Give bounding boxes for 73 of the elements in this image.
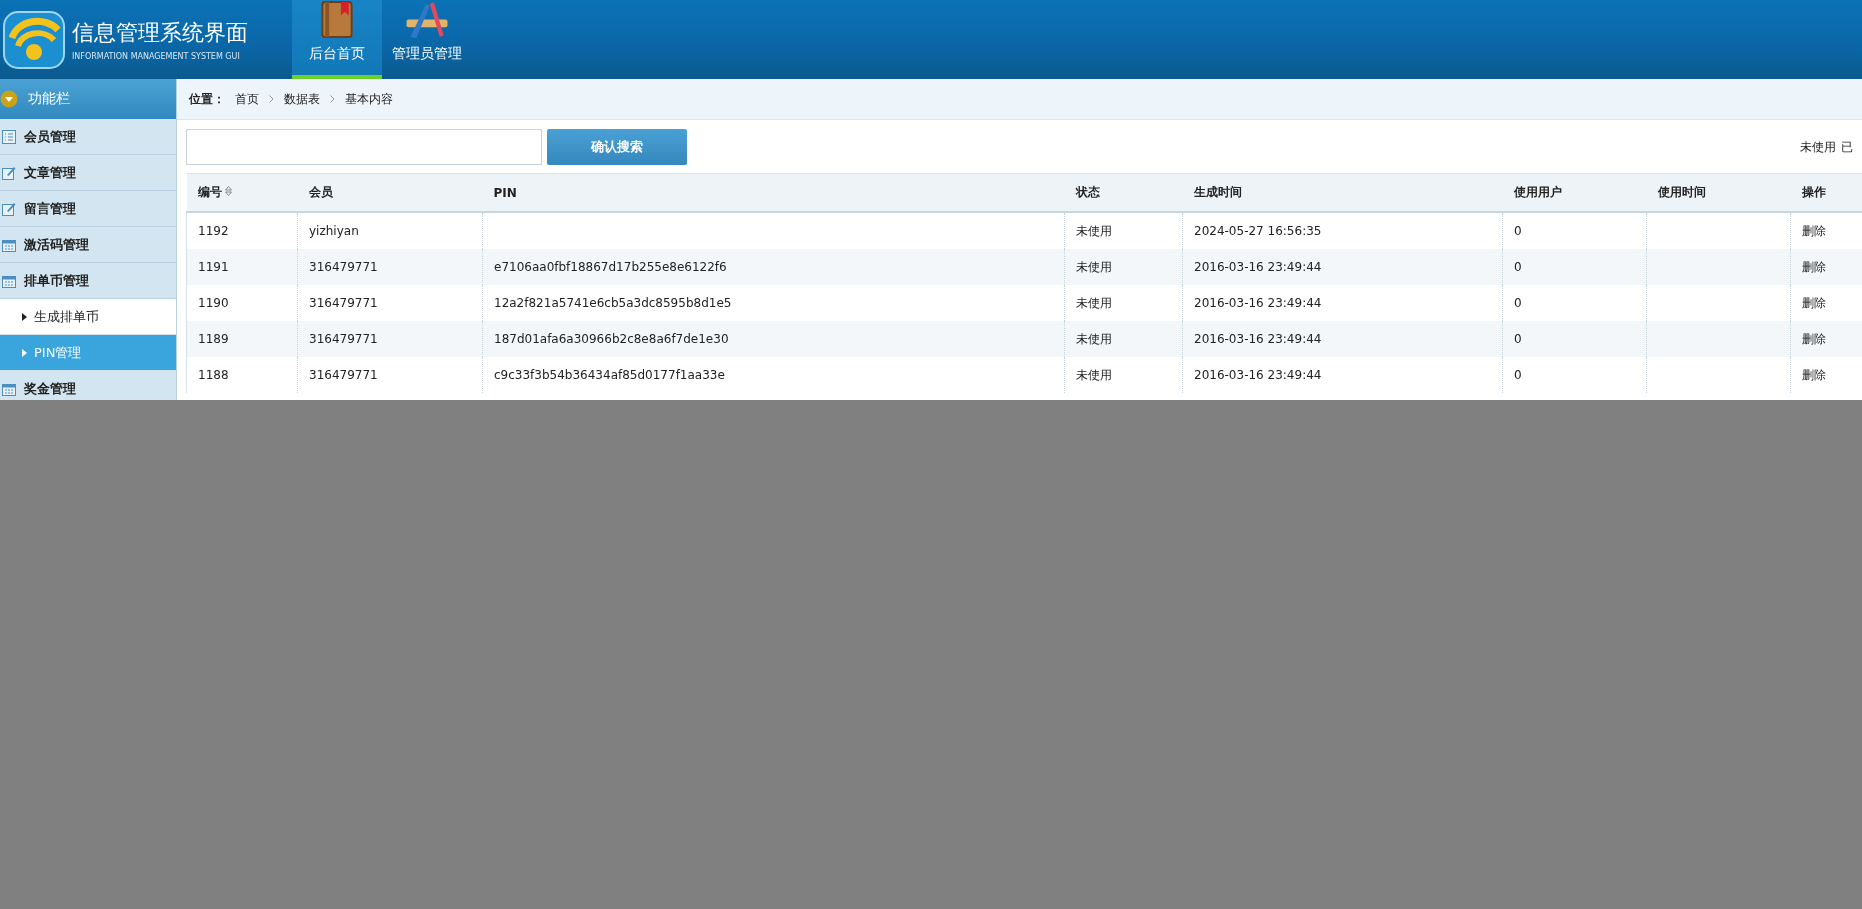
column-header: 会员	[297, 173, 483, 212]
chevron-right-icon	[330, 95, 335, 103]
triangle-icon	[22, 312, 27, 321]
table-cell: 316479771	[309, 368, 378, 382]
table-cell: 0	[1514, 368, 1522, 382]
breadcrumb-link[interactable]: 数据表	[284, 90, 320, 108]
nav-tab[interactable]: 管理员管理	[382, 0, 472, 79]
table-cell: 1190	[198, 296, 229, 310]
nav-tab[interactable]: 后台首页	[292, 0, 382, 79]
caret-down-icon	[0, 90, 18, 108]
edit-icon	[2, 165, 16, 180]
table-cell: yizhiyan	[309, 224, 359, 238]
sidebar-item[interactable]: 文章管理	[0, 155, 176, 191]
list-icon	[2, 129, 16, 144]
table-cell: 未使用	[1076, 295, 1112, 310]
sidebar-item[interactable]: 激活码管理	[0, 227, 176, 263]
table-cell: 1188	[198, 368, 229, 382]
breadcrumb-link[interactable]: 基本内容	[345, 90, 393, 108]
sidebar-item[interactable]: 留言管理	[0, 191, 176, 227]
column-header: 操作	[1790, 173, 1862, 212]
table-cell: 316479771	[309, 296, 378, 310]
table-cell: 316479771	[309, 332, 378, 346]
pencil-ruler-icon	[404, 0, 450, 39]
column-header: PIN	[482, 173, 1065, 212]
table-cell: 1192	[198, 224, 229, 238]
app-subtitle: INFORMATION MANAGEMENT SYSTEM GUI	[72, 52, 241, 61]
sidebar-subitem[interactable]: 生成排单币	[0, 299, 176, 335]
table-cell: 0	[1514, 332, 1522, 346]
table-cell: 0	[1514, 224, 1522, 238]
table-cell: 未使用	[1076, 259, 1112, 274]
breadcrumb-link[interactable]: 首页	[235, 90, 259, 108]
column-header: 使用用户	[1502, 173, 1647, 212]
sidebar-item[interactable]: 会员管理	[0, 119, 176, 155]
table-cell: 0	[1514, 296, 1522, 310]
table-cell: 12a2f821a5741e6cb5a3dc8595b8d1e5	[494, 296, 732, 310]
column-header: 状态	[1064, 173, 1183, 212]
table-cell: 2016-03-16 23:49:44	[1194, 296, 1322, 310]
filter-link[interactable]: 已	[1841, 138, 1853, 156]
book-icon	[319, 0, 355, 39]
sidebar-title: 功能栏	[28, 90, 70, 108]
table-cell: 1189	[198, 332, 229, 346]
breadcrumb-label: 位置：	[189, 90, 225, 108]
column-header[interactable]: 编号	[186, 173, 298, 212]
filter-link[interactable]: 未使用	[1800, 138, 1836, 156]
table-cell: 316479771	[309, 260, 378, 274]
table-cell: 未使用	[1076, 331, 1112, 346]
table-cell: 2016-03-16 23:49:44	[1194, 368, 1322, 382]
calendar-icon	[2, 237, 16, 252]
sort-icon	[224, 186, 232, 196]
table-cell: 1191	[198, 260, 229, 274]
app-title: 信息管理系统界面	[72, 19, 248, 47]
search-field[interactable]	[186, 129, 542, 165]
edit-icon	[2, 201, 16, 216]
column-header: 使用时间	[1646, 173, 1791, 212]
delete-link[interactable]: 删除	[1802, 367, 1826, 382]
table-cell: 2016-03-16 23:49:44	[1194, 332, 1322, 346]
table-cell: e7106aa0fbf18867d17b255e8e6122f6	[494, 260, 727, 274]
table-cell: 未使用	[1076, 367, 1112, 382]
delete-link[interactable]: 删除	[1802, 331, 1826, 346]
table-cell: 2024-05-27 16:56:35	[1194, 224, 1322, 238]
chevron-right-icon	[269, 95, 274, 103]
calendar-icon	[2, 381, 16, 396]
table-cell: 未使用	[1076, 223, 1112, 238]
delete-link[interactable]: 删除	[1802, 259, 1826, 274]
table-cell: 0	[1514, 260, 1522, 274]
table-cell: c9c33f3b54b36434af85d0177f1aa33e	[494, 368, 725, 382]
table-cell: 2016-03-16 23:49:44	[1194, 260, 1322, 274]
triangle-icon	[22, 348, 27, 357]
table-cell: 187d01afa6a30966b2c8e8a6f7de1e30	[494, 332, 729, 346]
delete-link[interactable]: 删除	[1802, 223, 1826, 238]
delete-link[interactable]: 删除	[1802, 295, 1826, 310]
calendar-icon	[2, 273, 16, 288]
column-header: 生成时间	[1182, 173, 1503, 212]
